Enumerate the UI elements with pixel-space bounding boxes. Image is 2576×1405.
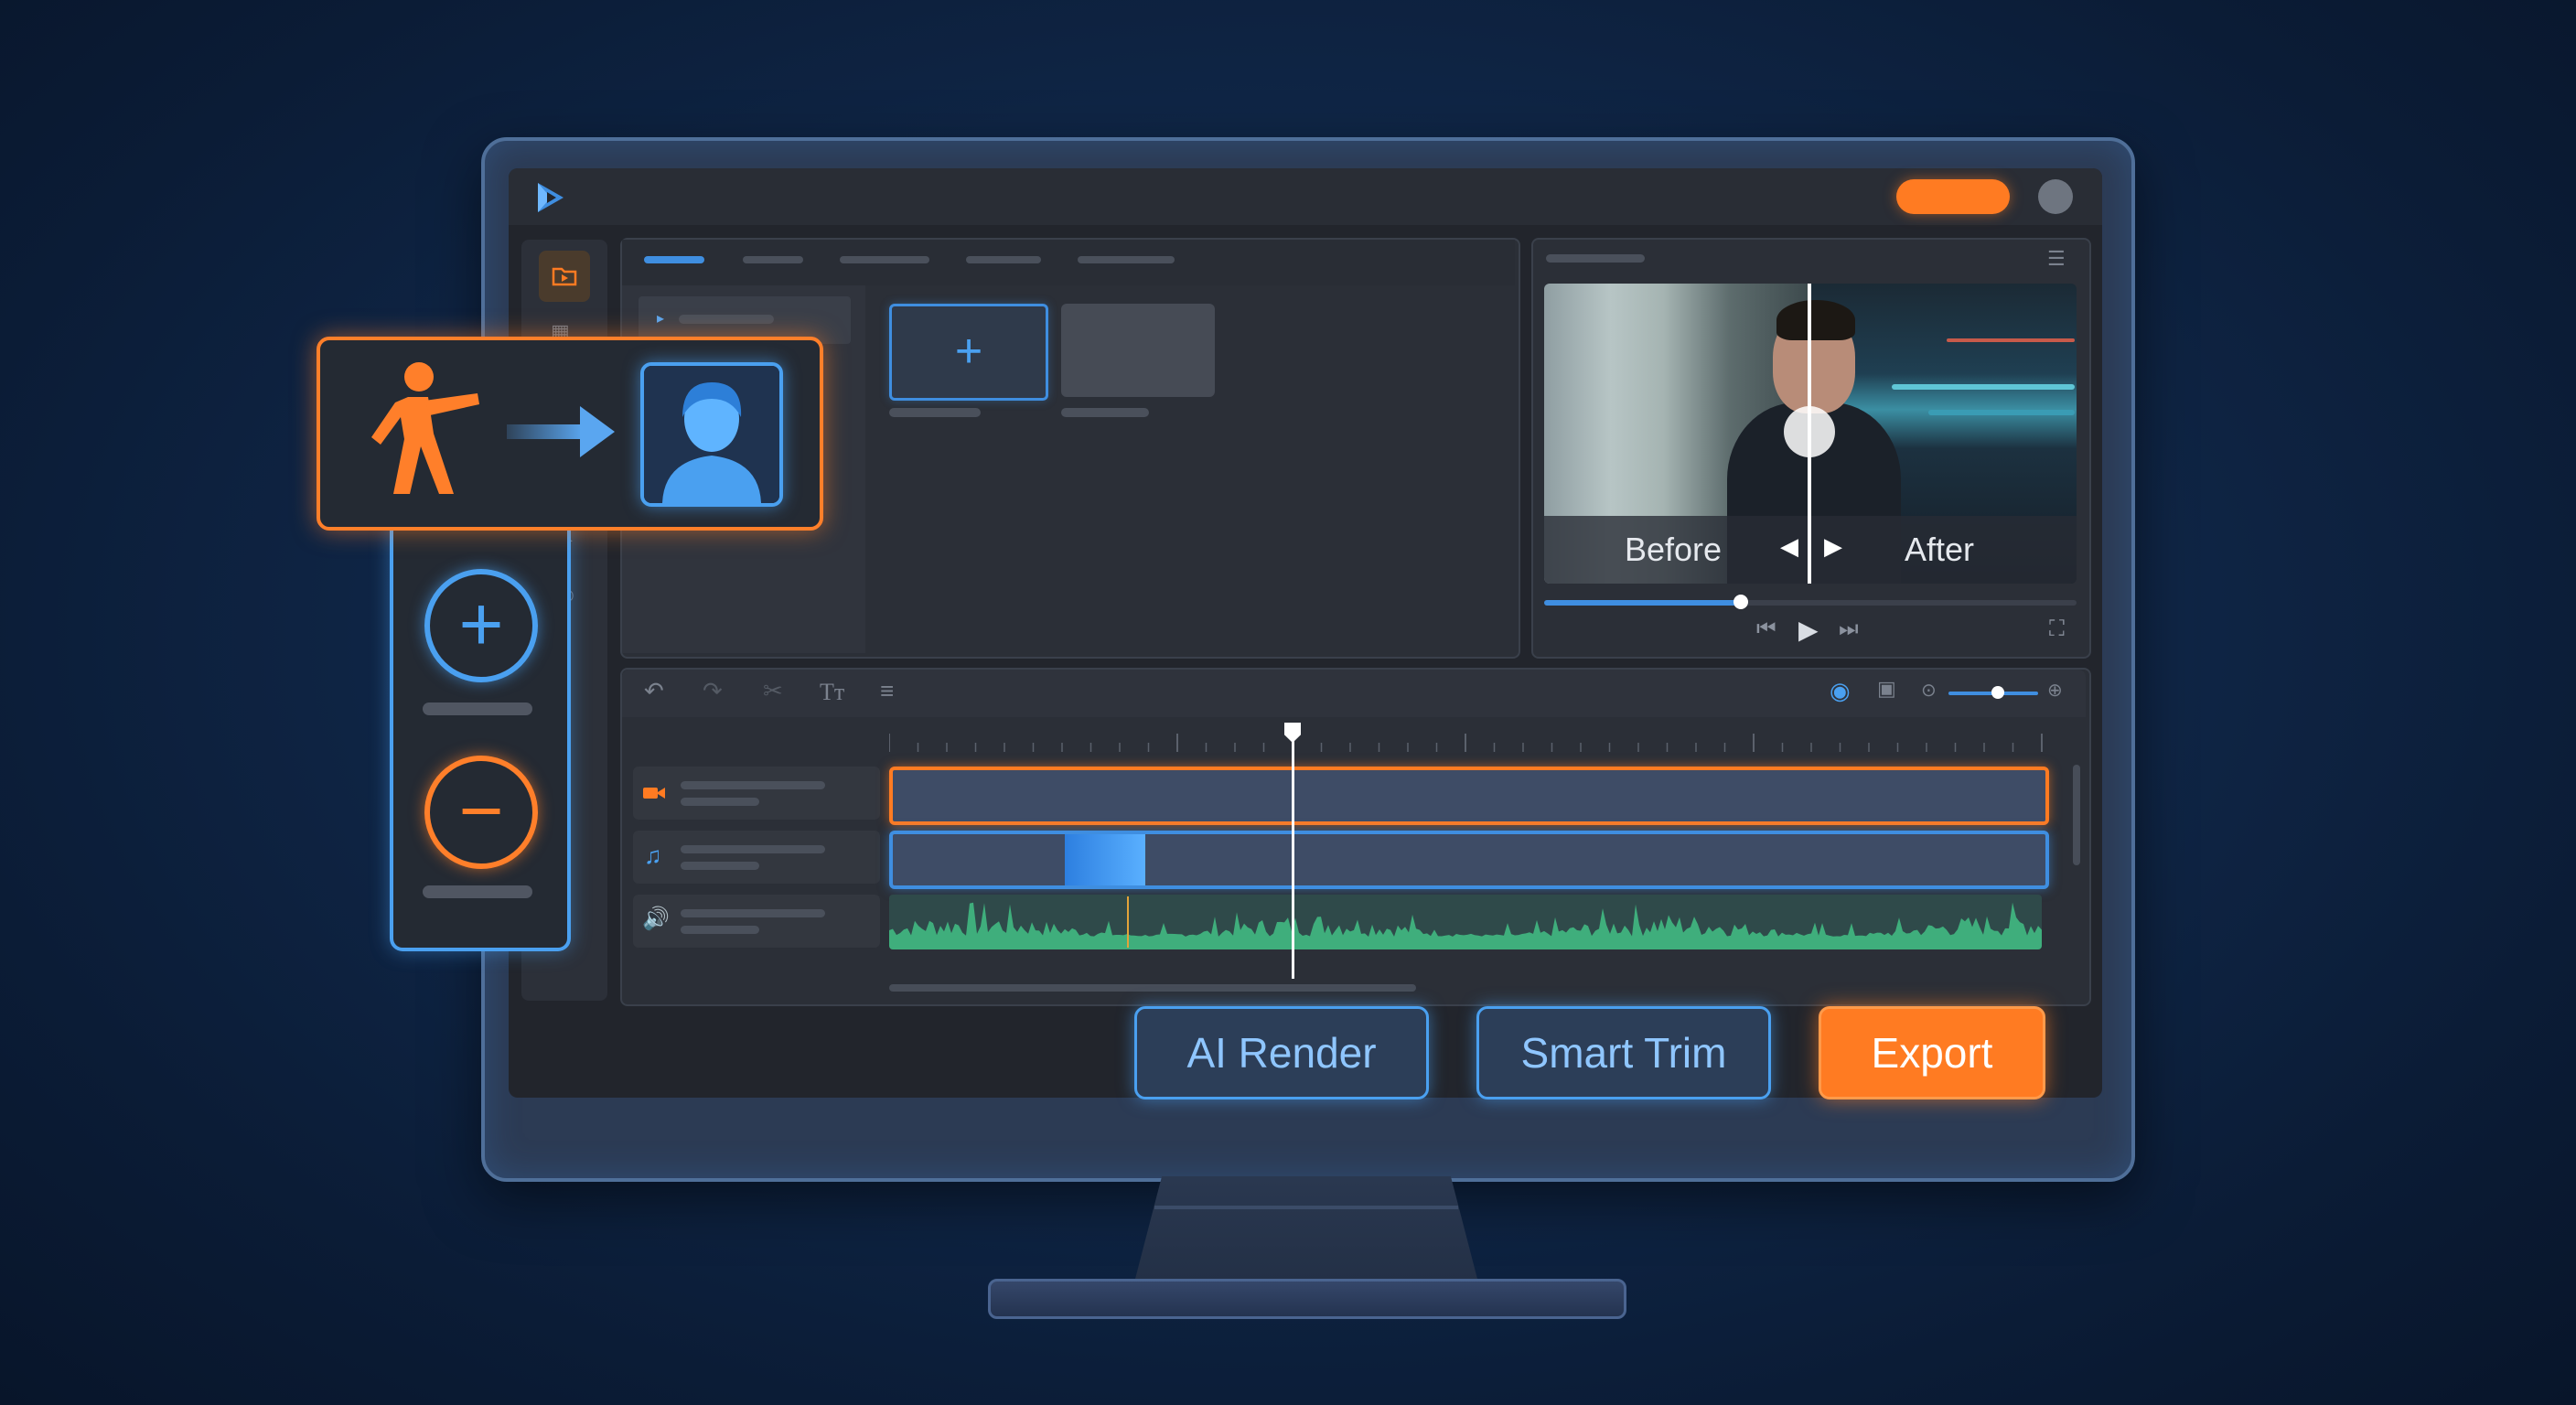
waveform-shape <box>889 902 2042 949</box>
media-caption-placeholder <box>1061 408 1149 417</box>
monitor-stand-neck <box>1134 1176 1478 1282</box>
speaker-icon: 🔊 <box>642 906 670 931</box>
record-icon[interactable]: ◉ <box>1830 677 1851 705</box>
light-streak <box>1947 338 2075 342</box>
timeline-horizontal-scrollbar[interactable] <box>889 984 1416 992</box>
remove-button[interactable]: − <box>424 756 538 869</box>
preview-scrubber-progress <box>1544 600 1742 606</box>
remove-label-placeholder <box>423 885 532 898</box>
image-icon[interactable]: ▣ <box>1877 677 1896 701</box>
add-label-placeholder <box>423 702 532 715</box>
user-avatar[interactable] <box>2038 179 2073 214</box>
timeline-ruler[interactable] <box>889 732 2051 754</box>
audio-marker[interactable] <box>1127 896 1129 948</box>
tab-text[interactable] <box>840 256 929 263</box>
media-thumbnail[interactable] <box>1061 304 1215 397</box>
track-label-placeholder <box>681 781 825 789</box>
expand-arrow-icon[interactable]: ▸ <box>657 309 664 327</box>
redo-icon[interactable]: ↷ <box>703 677 723 705</box>
person-avatar-icon <box>644 366 779 503</box>
play-icon[interactable]: ▶ <box>1798 615 1819 645</box>
before-label: Before <box>1625 531 1723 568</box>
menu-icon[interactable]: ≡ <box>880 677 894 705</box>
export-button[interactable]: Export <box>1819 1006 2045 1099</box>
monitor-stand-line <box>1154 1206 1458 1209</box>
music-clip-selected-segment[interactable] <box>1065 834 1145 885</box>
smart-trim-button[interactable]: Smart Trim <box>1476 1006 1771 1099</box>
arrow-right-icon <box>507 406 615 457</box>
music-clip[interactable] <box>889 831 2049 889</box>
ai-render-button[interactable]: AI Render <box>1134 1006 1429 1099</box>
track-label-placeholder <box>681 798 759 806</box>
zoom-out-icon[interactable]: ⊙ <box>1921 679 1937 702</box>
zoom-slider-knob[interactable] <box>1991 686 2004 699</box>
walking-person-icon <box>371 362 479 494</box>
cut-icon[interactable]: ✂ <box>763 677 783 705</box>
folder-label-placeholder <box>679 315 774 324</box>
upgrade-pill-button[interactable] <box>1896 179 2010 214</box>
track-label-placeholder <box>681 862 759 870</box>
undo-icon[interactable]: ↶ <box>644 677 664 705</box>
track-label-placeholder <box>681 909 825 917</box>
compare-left-arrow-icon[interactable]: ◀ <box>1780 532 1798 561</box>
subject-hair <box>1776 300 1855 340</box>
folder-icon <box>552 267 577 286</box>
tab-audio[interactable] <box>743 256 803 263</box>
preview-settings-icon[interactable]: ☰ <box>2047 247 2066 271</box>
avatar-portrait-tile[interactable] <box>640 362 783 507</box>
tab-transitions[interactable] <box>1078 256 1175 263</box>
video-camera-icon <box>643 788 665 799</box>
track-label-placeholder <box>681 845 825 853</box>
media-caption-placeholder <box>889 408 981 417</box>
zoom-in-icon[interactable]: ⊕ <box>2047 679 2063 702</box>
before-after-video[interactable]: Before After ◀ ▶ <box>1544 284 2077 584</box>
track-label-placeholder <box>681 926 759 934</box>
light-streak <box>1928 410 2075 415</box>
music-track-header[interactable]: ♫ <box>633 831 880 884</box>
audio-track-header[interactable]: 🔊 <box>633 895 880 948</box>
import-media-button[interactable]: + <box>889 304 1048 401</box>
media-folder-button[interactable] <box>539 251 590 302</box>
tab-effects[interactable] <box>966 256 1041 263</box>
add-button[interactable]: + <box>424 569 538 682</box>
timeline-vertical-scrollbar[interactable] <box>2073 765 2080 865</box>
text-tool-icon[interactable]: Tт <box>820 679 844 706</box>
video-track-header[interactable] <box>633 767 880 820</box>
video-clip[interactable] <box>889 767 2049 825</box>
fullscreen-icon[interactable]: ⛶ <box>2049 617 2065 642</box>
skip-forward-icon[interactable]: ⏭ <box>1839 617 1859 642</box>
tab-media[interactable] <box>644 256 704 263</box>
light-streak <box>1892 384 2075 390</box>
play-triangle-logo-icon <box>538 183 564 212</box>
audio-waveform-clip[interactable] <box>889 895 2042 949</box>
compare-right-arrow-icon[interactable]: ▶ <box>1824 532 1842 561</box>
after-label: After <box>1905 531 1975 568</box>
compare-slider-knob[interactable] <box>1784 406 1835 457</box>
preview-title-placeholder <box>1546 254 1645 263</box>
monitor-stand-base <box>988 1279 1626 1319</box>
timeline-playhead[interactable] <box>1292 723 1294 979</box>
skip-back-icon[interactable]: ⏮ <box>1756 617 1776 642</box>
music-note-icon: ♫ <box>644 842 662 869</box>
title-bar <box>509 168 2102 225</box>
